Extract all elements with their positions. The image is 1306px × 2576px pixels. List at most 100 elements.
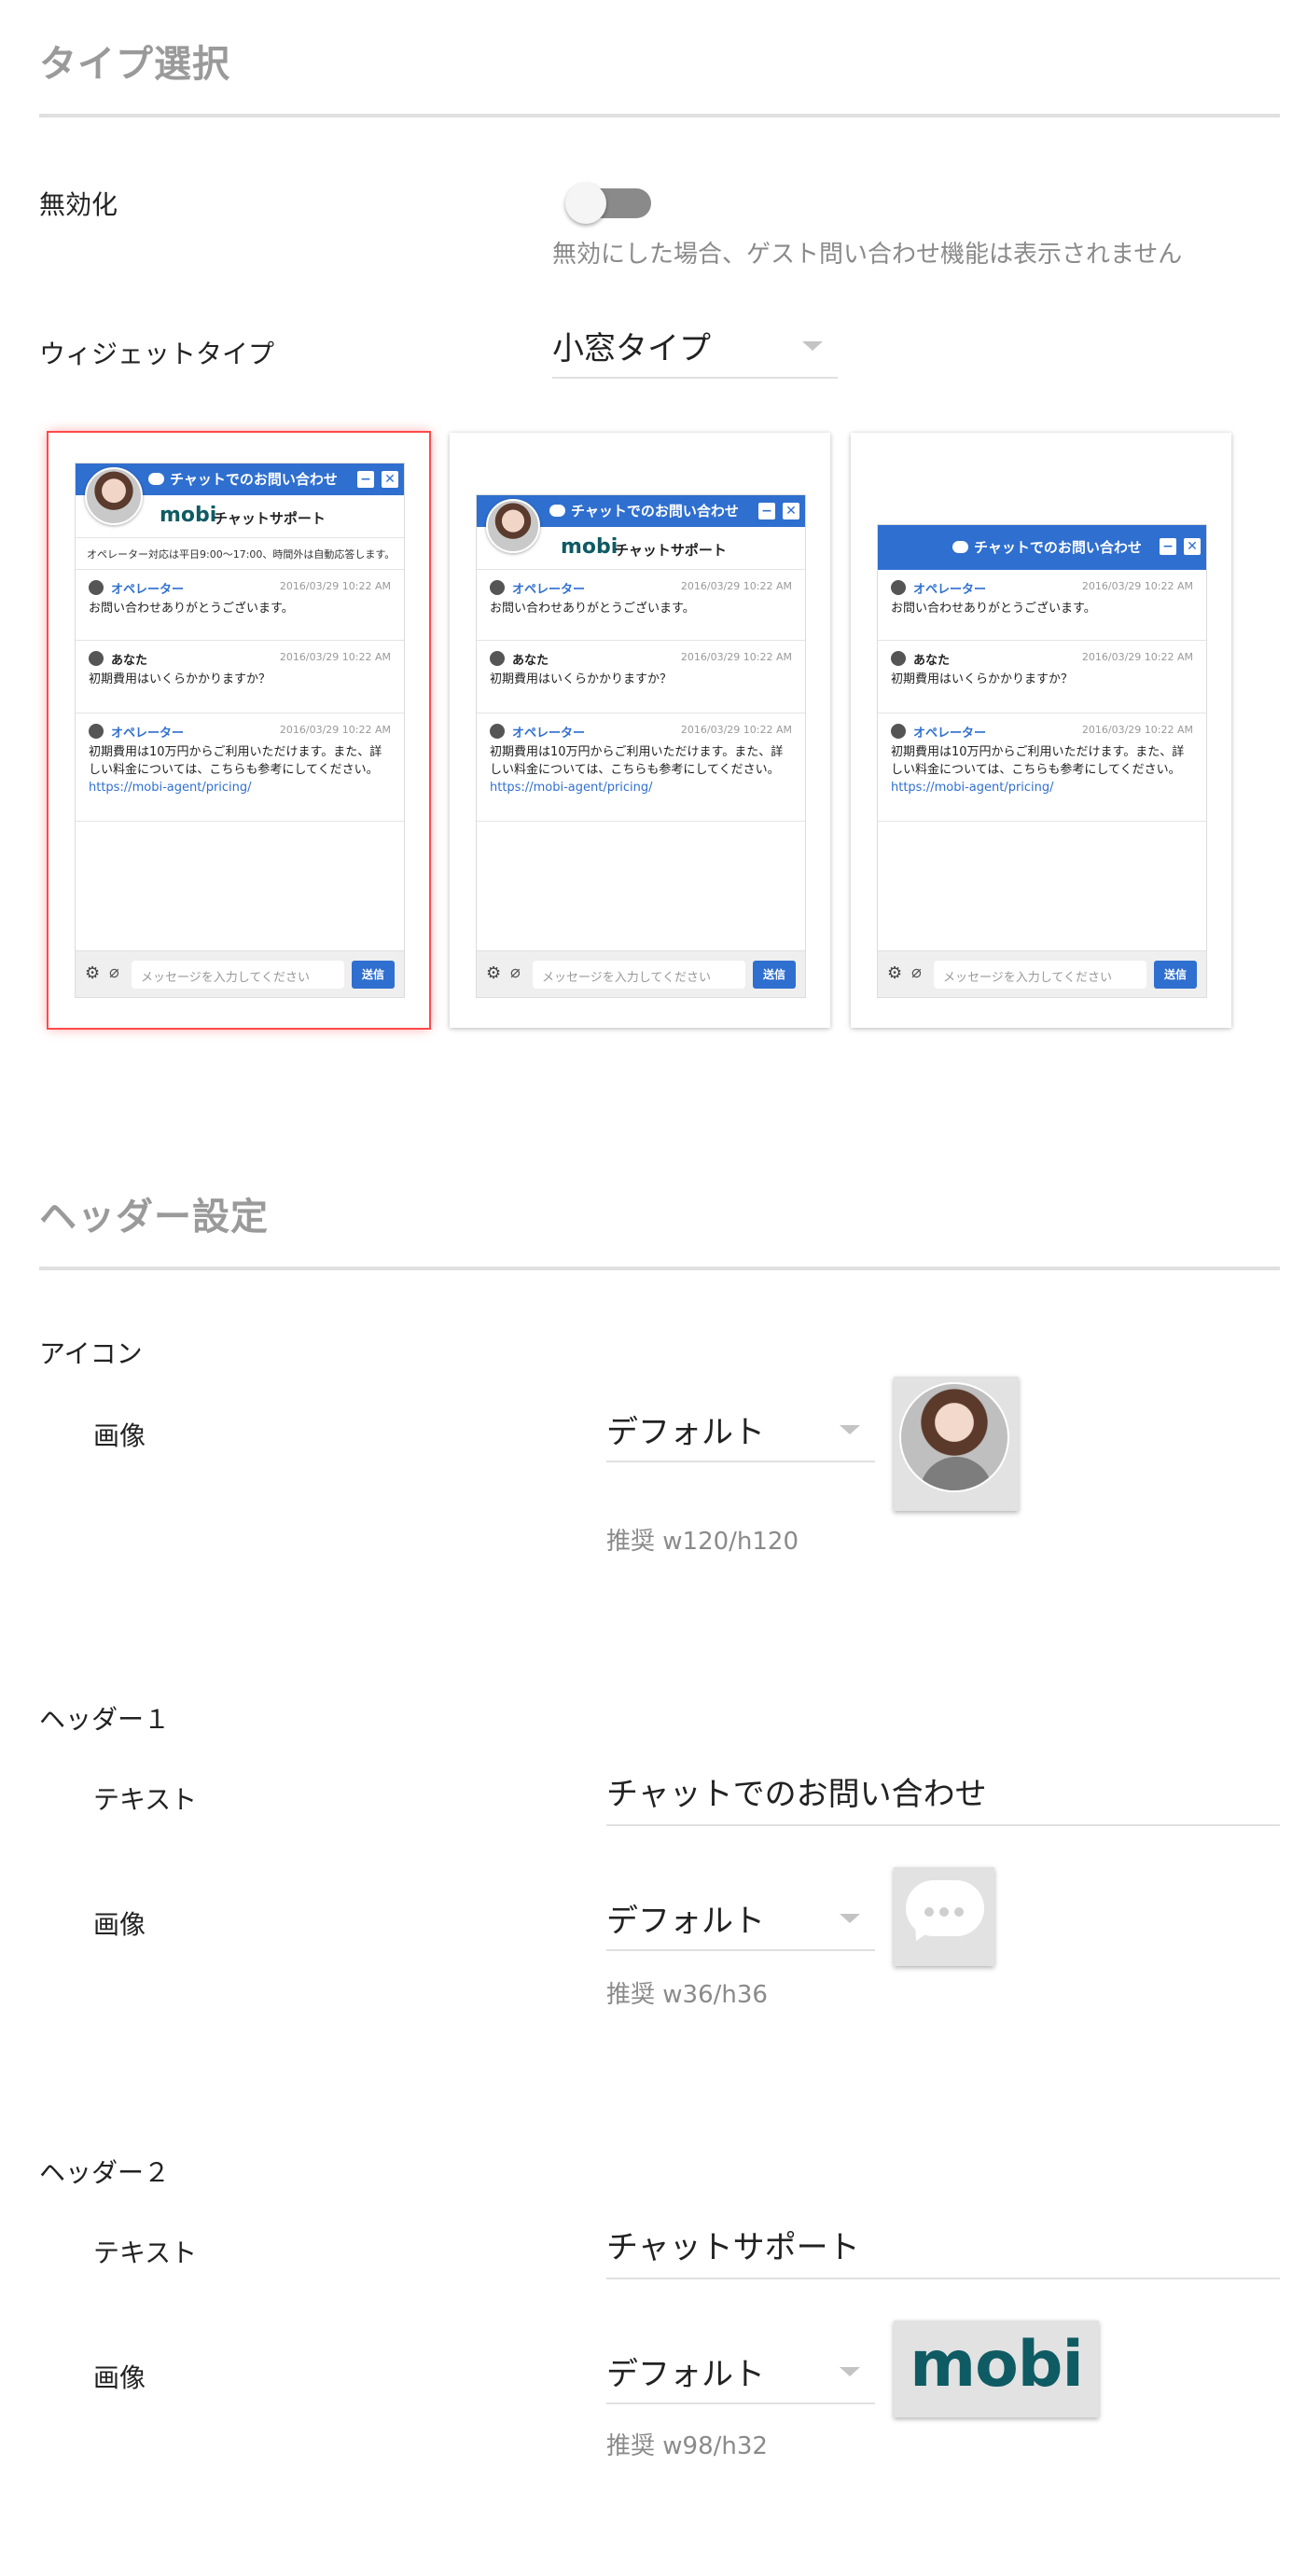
user-icon — [891, 651, 906, 666]
operator-icon — [89, 580, 104, 595]
minimize-icon: − — [758, 503, 775, 519]
operator-avatar — [85, 467, 143, 525]
send-button: 送信 — [753, 961, 796, 989]
widget-notice: オペレーター対応は平日9:00〜17:00、時間外は自動応答します。 — [76, 538, 404, 570]
chevron-down-icon — [840, 1914, 860, 1923]
operator-icon — [490, 724, 505, 739]
header-section-title: ヘッダー設定 — [39, 1196, 269, 1239]
close-icon: ✕ — [783, 503, 799, 519]
header1-text-label: テキスト — [93, 1784, 198, 1815]
icon-image-hint: 推奨 w120/h120 — [606, 1528, 799, 1556]
icon-image-label: 画像 — [93, 1420, 146, 1451]
widget-logo: mobi — [160, 504, 217, 527]
operator-icon — [89, 724, 104, 739]
widget-preview: チャットでのお問い合わせ − ✕ オペレーター 2016/03/29 10:22 … — [877, 524, 1207, 998]
message-item: あなた 2016/03/29 10:22 AM 初期費用はいくらかかりますか？ — [477, 641, 805, 713]
widget-header-title: チャットでのお問い合わせ — [549, 501, 739, 520]
header1-text-input[interactable]: チャットでのお問い合わせ — [606, 1766, 1280, 1826]
widget-footer: ⚙ ⌀ メッセージを入力してください 送信 — [878, 950, 1206, 997]
chevron-down-icon — [840, 1425, 860, 1434]
chat-bubble-dots — [924, 1903, 969, 1920]
close-icon: ✕ — [382, 471, 398, 488]
header2-text-input[interactable]: チャットサポート — [606, 2220, 1280, 2279]
message-item: オペレーター 2016/03/29 10:22 AM お問い合わせありがとうござい… — [878, 570, 1206, 641]
chat-bubble-icon — [549, 505, 565, 517]
chat-bubble-icon — [952, 541, 968, 553]
header1-image-hint: 推奨 w36/h36 — [606, 1981, 768, 2009]
operator-avatar — [486, 499, 540, 553]
header1-group-label: ヘッダー１ — [39, 1704, 171, 1735]
header2-group-label: ヘッダー２ — [39, 2157, 171, 2188]
widget-preview-card-3[interactable]: チャットでのお問い合わせ − ✕ オペレーター 2016/03/29 10:22 … — [851, 433, 1231, 1028]
icon-group-label: アイコン — [39, 1338, 143, 1369]
icon-image-value: デフォルト — [606, 1414, 765, 1451]
widget-footer: ⚙ ⌀ メッセージを入力してください 送信 — [477, 950, 805, 997]
message-item: オペレーター 2016/03/29 10:22 AM 初期費用は10万円からご利用… — [477, 713, 805, 822]
header2-image-value: デフォルト — [606, 2356, 765, 2393]
header1-text-value: チャットでのお問い合わせ — [606, 1776, 987, 1813]
widget-preview: チャットでのお問い合わせ − ✕ mobi チャットサポート オペレーター 201… — [476, 494, 806, 998]
header2-text-value: チャットサポート — [606, 2229, 860, 2266]
avatar-suit — [920, 1457, 993, 1490]
minimize-icon: − — [1160, 538, 1176, 555]
widget-subtitle: チャットサポート — [615, 542, 727, 559]
icon-image-select[interactable]: デフォルト — [606, 1403, 875, 1462]
chevron-down-icon — [802, 341, 823, 351]
icon-image-preview — [894, 1377, 1019, 1511]
paperclip-icon: ⌀ — [510, 963, 521, 982]
message-item: あなた 2016/03/29 10:22 AM 初期費用はいくらかかりますか？ — [76, 641, 404, 713]
disable-hint: 無効にした場合、ゲスト問い合わせ機能は表示されません — [552, 241, 1183, 269]
header2-text-label: テキスト — [93, 2237, 198, 2268]
minimize-icon: − — [357, 471, 374, 488]
header-section-divider — [39, 1267, 1280, 1270]
message-input: メッセージを入力してください — [934, 961, 1146, 989]
header2-image-preview: mobi — [894, 2320, 1099, 2417]
close-icon: ✕ — [1184, 538, 1201, 555]
operator-icon — [490, 580, 505, 595]
send-button: 送信 — [352, 961, 395, 989]
chevron-down-icon — [840, 2367, 860, 2376]
message-item: オペレーター 2016/03/29 10:22 AM お問い合わせありがとうござい… — [76, 570, 404, 641]
widget-header: チャットでのお問い合わせ − ✕ — [878, 525, 1206, 570]
widget-preview: チャットでのお問い合わせ − ✕ mobi チャットサポート オペレーター対応は… — [75, 463, 405, 998]
header2-image-select[interactable]: デフォルト — [606, 2345, 875, 2404]
widget-logo: mobi — [561, 535, 618, 559]
widget-type-value: 小窓タイプ — [552, 330, 711, 367]
message-item: オペレーター 2016/03/29 10:22 AM お問い合わせありがとうござい… — [477, 570, 805, 641]
mobi-logo: mobi — [910, 2328, 1084, 2402]
widget-header-title: チャットでのお問い合わせ — [148, 469, 338, 489]
header1-image-label: 画像 — [93, 1909, 146, 1940]
user-icon — [490, 651, 505, 666]
gear-icon: ⚙ — [85, 963, 101, 983]
header2-image-label: 画像 — [93, 2362, 146, 2393]
widget-footer: ⚙ ⌀ メッセージを入力してください 送信 — [76, 950, 404, 997]
message-item: オペレーター 2016/03/29 10:22 AM 初期費用は10万円からご利用… — [76, 713, 404, 822]
gear-icon: ⚙ — [887, 963, 903, 983]
type-section-divider — [39, 114, 1280, 118]
message-input: メッセージを入力してください — [132, 961, 344, 989]
widget-header-title: チャットでのお問い合わせ — [952, 537, 1142, 557]
widget-preview-card-2[interactable]: チャットでのお問い合わせ − ✕ mobi チャットサポート オペレーター 201… — [450, 433, 830, 1028]
message-input: メッセージを入力してください — [533, 961, 745, 989]
widget-type-select[interactable]: 小窓タイプ — [552, 319, 838, 379]
paperclip-icon: ⌀ — [911, 963, 922, 982]
message-item: オペレーター 2016/03/29 10:22 AM 初期費用は10万円からご利用… — [878, 713, 1206, 822]
chat-bubble-icon — [148, 473, 164, 485]
type-section-title: タイプ選択 — [39, 43, 230, 86]
header2-image-hint: 推奨 w98/h32 — [606, 2432, 768, 2460]
operator-icon — [891, 724, 906, 739]
send-button: 送信 — [1154, 961, 1197, 989]
widget-type-label: ウィジェットタイプ — [39, 339, 275, 369]
disable-label: 無効化 — [39, 189, 118, 220]
disable-toggle[interactable] — [565, 181, 651, 226]
gear-icon: ⚙ — [486, 963, 502, 983]
widget-preview-card-1[interactable]: チャットでのお問い合わせ − ✕ mobi チャットサポート オペレーター対応は… — [49, 433, 429, 1028]
user-icon — [89, 651, 104, 666]
toggle-knob — [565, 183, 606, 224]
paperclip-icon: ⌀ — [109, 963, 119, 982]
header1-image-select[interactable]: デフォルト — [606, 1891, 875, 1951]
operator-avatar — [899, 1382, 1009, 1492]
header1-image-value: デフォルト — [606, 1903, 765, 1940]
operator-icon — [891, 580, 906, 595]
header1-image-preview — [894, 1867, 994, 1966]
